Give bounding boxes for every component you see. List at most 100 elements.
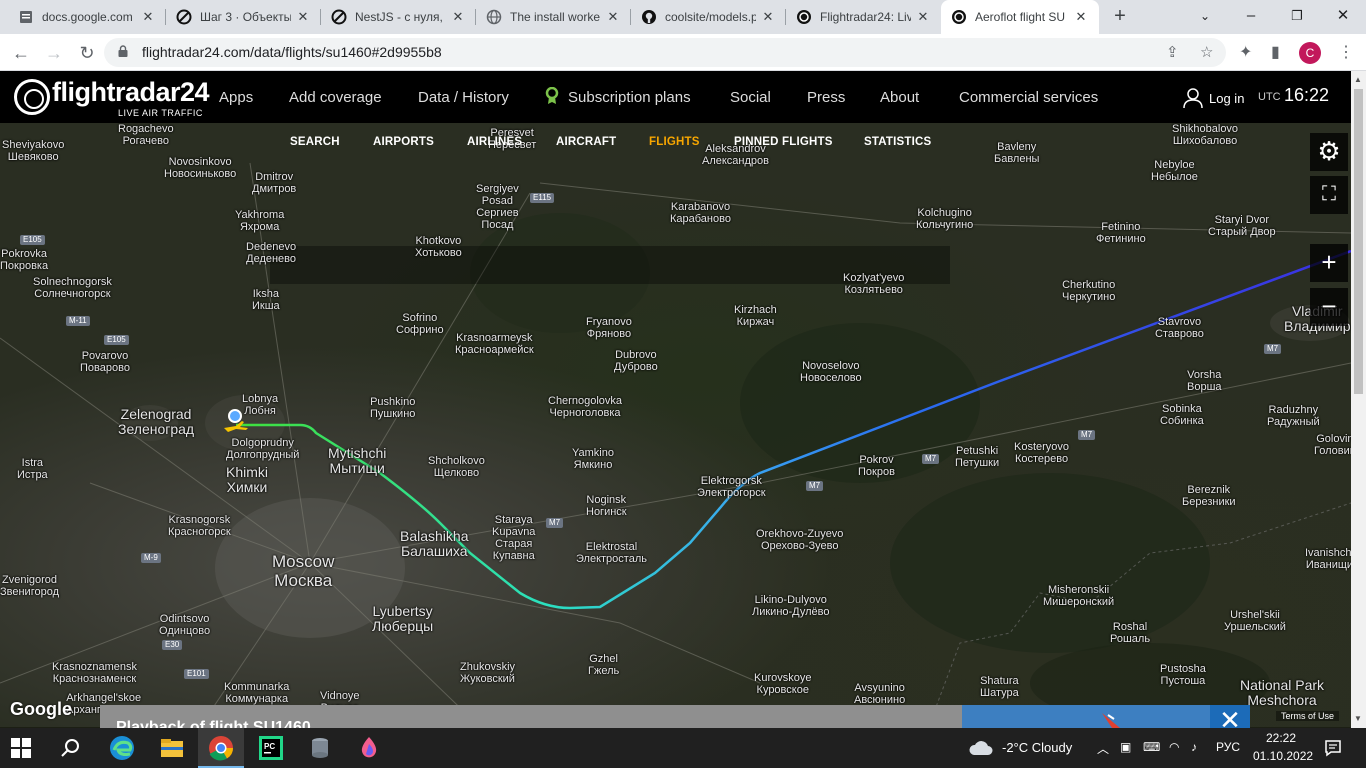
- nav-apps[interactable]: Apps: [219, 89, 253, 106]
- back-icon[interactable]: ←: [8, 40, 34, 66]
- road-label: E101: [184, 669, 209, 679]
- fr24-logo[interactable]: flightradar24 LIVE AIR TRAFFIC: [14, 77, 210, 121]
- reload-icon[interactable]: ↻: [74, 40, 100, 66]
- map-label: Krasnoarmeysk Красноармейск: [455, 332, 534, 356]
- language-indicator[interactable]: РУС: [1216, 740, 1240, 754]
- tab-airlines[interactable]: AIRLINES: [467, 136, 522, 148]
- settings-gear-icon[interactable]: ⚙: [1310, 133, 1348, 171]
- map-label: Sobinka Собинка: [1160, 403, 1204, 427]
- close-tab-icon[interactable]: ✕: [1073, 9, 1089, 25]
- tab-search[interactable]: SEARCH: [290, 136, 340, 148]
- map-label: Fryanovo Фряново: [586, 316, 632, 340]
- share-icon[interactable]: ⇪: [1166, 43, 1179, 61]
- file-explorer-icon[interactable]: [158, 734, 186, 762]
- browser-tab[interactable]: The install worke ✕: [476, 0, 631, 34]
- map-label: Misheronskii Мишеронский: [1043, 584, 1115, 608]
- map-label: Kirzhach Киржач: [734, 304, 777, 328]
- app-drop-icon[interactable]: [355, 734, 383, 762]
- tab-aircraft[interactable]: AIRCRAFT: [556, 136, 616, 148]
- map-label: Yakhroma Яхрома: [235, 209, 285, 233]
- map-label: Povarovo Поварово: [80, 350, 130, 374]
- map-label: Gzhel Гжель: [588, 653, 620, 677]
- map-label: Odintsovo Одинцово: [159, 613, 211, 637]
- avatar[interactable]: C: [1299, 42, 1321, 64]
- extensions-icon[interactable]: ✦: [1239, 42, 1252, 62]
- windows-start-icon[interactable]: [10, 737, 32, 759]
- wifi-icon[interactable]: ◠: [1169, 740, 1179, 754]
- database-app-icon[interactable]: [306, 734, 334, 762]
- restore-icon[interactable]: ❐: [1274, 0, 1320, 34]
- menu-icon[interactable]: ⋮: [1338, 42, 1354, 62]
- notifications-icon[interactable]: [1324, 739, 1342, 757]
- lock-icon: [118, 45, 128, 57]
- close-panel-icon[interactable]: ✕: [1210, 705, 1250, 735]
- flight-map[interactable]: Sheviyakovo Шевяково Rogachevo Рогачево No…: [0, 123, 1362, 727]
- browser-tab[interactable]: NestJS - с нуля, c ✕: [321, 0, 476, 34]
- scroll-down-icon[interactable]: ▼: [1354, 714, 1362, 723]
- docs-icon: [18, 9, 34, 25]
- scroll-up-icon[interactable]: ▲: [1354, 75, 1362, 84]
- browser-tab[interactable]: Шаг 3 · Объекты ✕: [166, 0, 321, 34]
- nav-social[interactable]: Social: [730, 89, 771, 106]
- scroll-thumb[interactable]: [1354, 89, 1363, 394]
- tab-flights[interactable]: FLIGHTS: [649, 136, 700, 148]
- browser-toolbar: ← → ↻ flightradar24.com/data/flights/su1…: [0, 34, 1366, 71]
- side-panel-icon[interactable]: ▮: [1271, 42, 1280, 62]
- nav-data-history[interactable]: Data / History: [418, 89, 509, 106]
- forward-icon[interactable]: →: [41, 40, 67, 66]
- close-window-icon[interactable]: ✕: [1320, 0, 1366, 34]
- terms-of-use-link[interactable]: Terms of Use: [1276, 711, 1340, 721]
- edge-icon[interactable]: [108, 734, 136, 762]
- logo-name: flightradar24: [52, 77, 210, 107]
- page-scrollbar[interactable]: ▲ ▼: [1351, 71, 1366, 728]
- minimize-icon[interactable]: –: [1228, 0, 1274, 34]
- map-label: Karabanovo Карабаново: [670, 201, 731, 225]
- windows-taskbar: PC -2°C Cloudy ︿ ▣ ⌨ ◠ ♪ РУС 22:22 01.10…: [0, 728, 1366, 768]
- volume-icon[interactable]: ♪: [1191, 740, 1197, 754]
- close-tab-icon[interactable]: ✕: [605, 9, 621, 25]
- nav-add-coverage[interactable]: Add coverage: [289, 89, 382, 106]
- map-label: Shatura Шатура: [980, 675, 1019, 699]
- nav-subscription-plans[interactable]: Subscription plans: [568, 89, 691, 106]
- close-tab-icon[interactable]: ✕: [450, 9, 466, 25]
- map-label: Solnechnogorsk Солнечногорск: [33, 276, 112, 300]
- bookmark-star-icon[interactable]: ☆: [1200, 43, 1213, 61]
- close-tab-icon[interactable]: ✕: [760, 9, 776, 25]
- weather-text[interactable]: -2°C Cloudy: [1002, 740, 1072, 755]
- browser-tab[interactable]: Flightradar24: Liv ✕: [786, 0, 941, 34]
- fullscreen-icon[interactable]: ⛶: [1310, 176, 1348, 214]
- close-tab-icon[interactable]: ✕: [915, 9, 931, 25]
- tab-airports[interactable]: AIRPORTS: [373, 136, 434, 148]
- device-icon[interactable]: ▣: [1120, 740, 1131, 754]
- map-label: Pokrov Покров: [858, 454, 895, 478]
- map-label: Zvenigorod Звенигород: [0, 574, 60, 598]
- new-tab-icon[interactable]: +: [1108, 5, 1132, 29]
- taskbar-clock[interactable]: 22:22: [1266, 731, 1296, 745]
- search-icon[interactable]: [60, 737, 82, 759]
- nav-about[interactable]: About: [880, 89, 919, 106]
- chrome-icon[interactable]: [207, 734, 235, 762]
- close-tab-icon[interactable]: ✕: [140, 9, 156, 25]
- show-hidden-icons-icon[interactable]: ︿: [1097, 740, 1109, 757]
- map-label: Fetinino Фетинино: [1096, 221, 1146, 245]
- zoom-in-icon[interactable]: +: [1310, 244, 1348, 282]
- road-label: E105: [104, 335, 129, 345]
- pycharm-icon[interactable]: PC: [257, 734, 285, 762]
- logo-tagline: LIVE AIR TRAFFIC: [118, 108, 203, 118]
- tab-search-icon[interactable]: ⌄: [1182, 0, 1228, 34]
- browser-tab-active[interactable]: Aeroflot flight SU ✕: [941, 0, 1099, 34]
- nav-commercial-services[interactable]: Commercial services: [959, 89, 1098, 106]
- tab-pinned-flights[interactable]: PINNED FLIGHTS: [734, 136, 833, 148]
- login-button[interactable]: Log in: [1183, 87, 1244, 109]
- keyboard-icon[interactable]: ⌨: [1143, 740, 1160, 754]
- nav-press[interactable]: Press: [807, 89, 845, 106]
- zoom-out-icon[interactable]: −: [1310, 288, 1348, 326]
- tab-statistics[interactable]: STATISTICS: [864, 136, 931, 148]
- map-label: Iksha Икша: [252, 288, 280, 312]
- browser-tab[interactable]: docs.google.com ✕: [8, 0, 166, 34]
- browser-tab[interactable]: coolsite/models.p ✕: [631, 0, 786, 34]
- map-label: Lobnya Лобня: [242, 393, 279, 417]
- address-bar[interactable]: flightradar24.com/data/flights/su1460#2d…: [104, 38, 1226, 67]
- close-tab-icon[interactable]: ✕: [295, 9, 311, 25]
- taskbar-date[interactable]: 01.10.2022: [1253, 749, 1313, 763]
